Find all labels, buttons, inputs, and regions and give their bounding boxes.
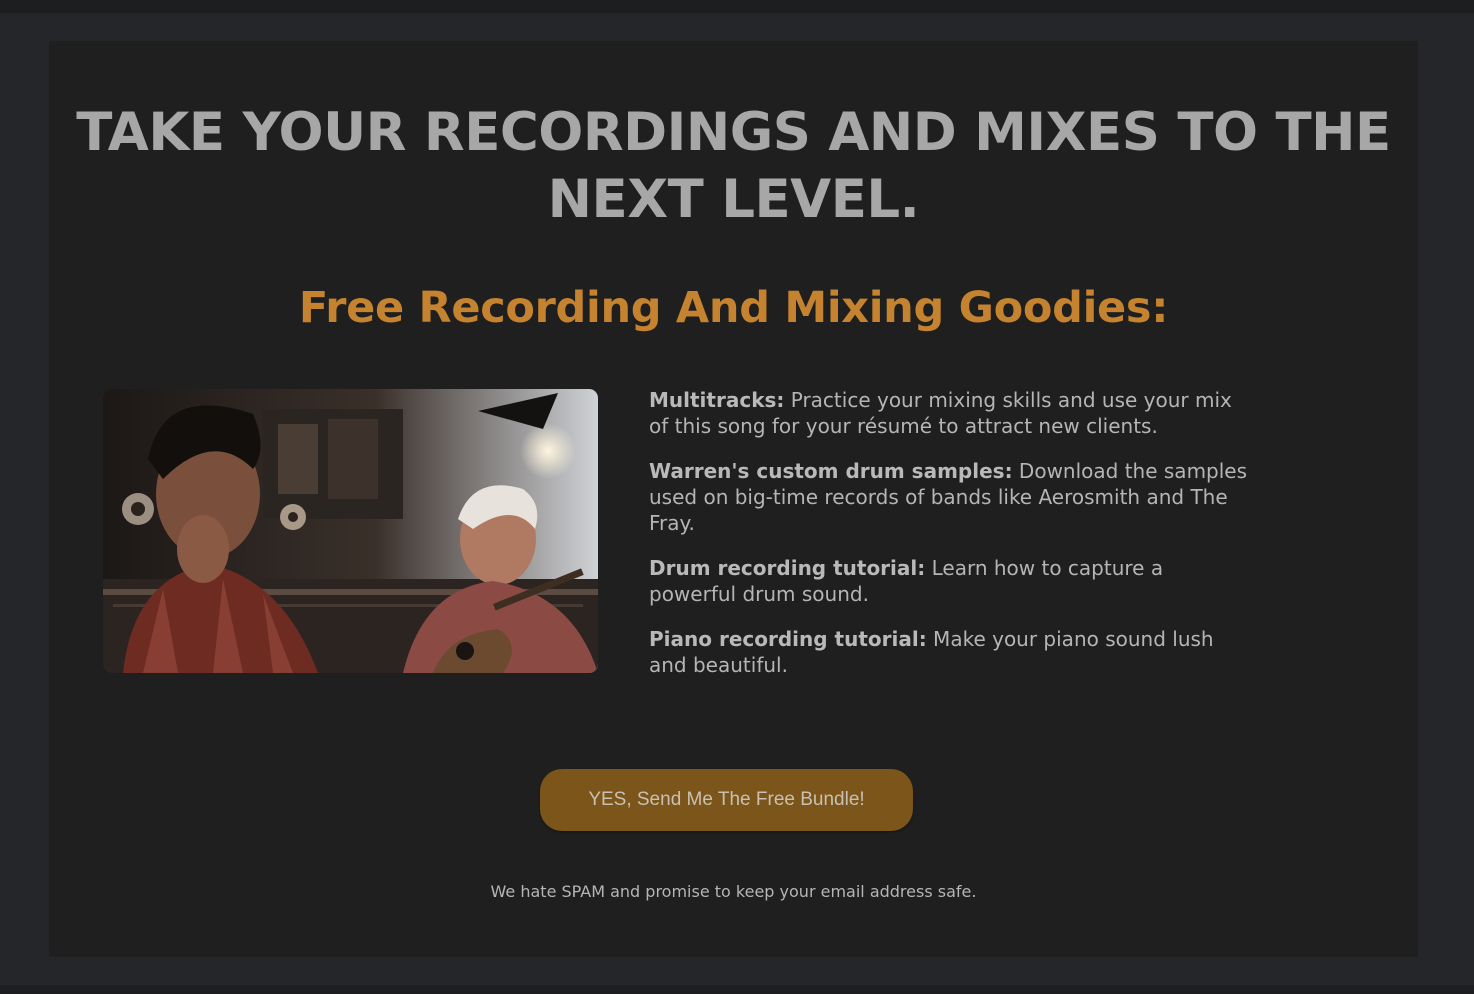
spam-disclaimer: We hate SPAM and promise to keep your em… xyxy=(490,882,977,901)
benefit-piano-tutorial: Piano recording tutorial: Make your pian… xyxy=(649,626,1249,678)
benefit-lead: Piano recording tutorial: xyxy=(649,627,927,651)
benefit-drum-tutorial: Drum recording tutorial: Learn how to ca… xyxy=(649,555,1249,607)
benefit-lead: Drum recording tutorial: xyxy=(649,556,926,580)
benefits-list: Multitracks: Practice your mixing skills… xyxy=(649,387,1249,697)
studio-photo-image xyxy=(103,389,598,673)
page-headline: TAKE YOUR RECORDINGS AND MIXES TO THE NE… xyxy=(49,99,1418,233)
optin-panel: TAKE YOUR RECORDINGS AND MIXES TO THE NE… xyxy=(49,41,1418,957)
top-bar xyxy=(0,0,1474,13)
send-free-bundle-button[interactable]: YES, Send Me The Free Bundle! xyxy=(540,769,913,831)
benefit-drum-samples: Warren's custom drum samples: Download t… xyxy=(649,458,1249,536)
headline-line-2: NEXT LEVEL. xyxy=(547,169,920,230)
benefit-lead: Multitracks: xyxy=(649,388,785,412)
headline-line-1: TAKE YOUR RECORDINGS AND MIXES TO THE xyxy=(76,102,1391,163)
studio-photo xyxy=(103,389,598,673)
bottom-bar xyxy=(0,985,1474,994)
benefit-multitracks: Multitracks: Practice your mixing skills… xyxy=(649,387,1249,439)
page-subheadline: Free Recording And Mixing Goodies: xyxy=(298,283,1169,333)
benefit-lead: Warren's custom drum samples: xyxy=(649,459,1013,483)
